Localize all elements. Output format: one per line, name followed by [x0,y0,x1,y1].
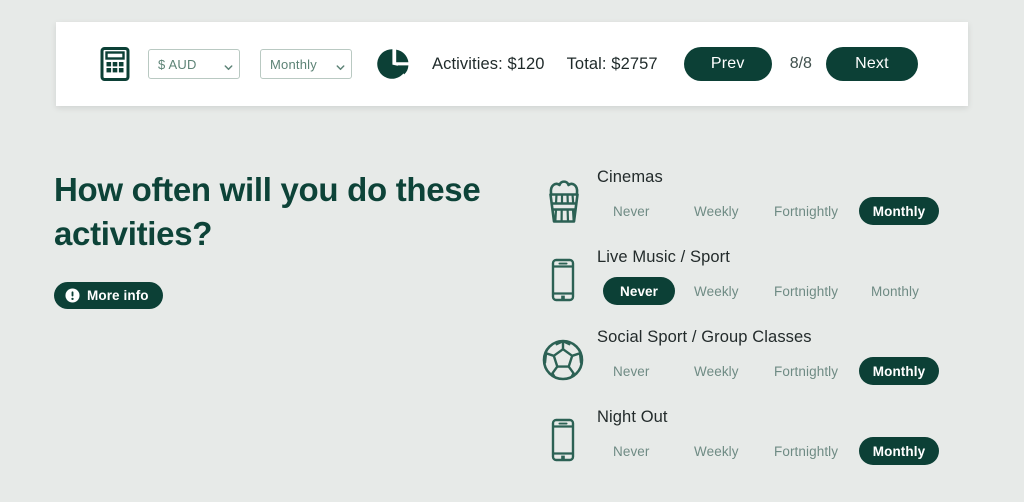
info-exclamation-icon [65,288,80,303]
frequency-option-monthly[interactable]: Monthly [859,197,939,225]
activity-row: Live Music / Sport Never Weekly Fortnigh… [536,244,968,324]
more-info-button[interactable]: More info [54,281,163,309]
soccer-ball-icon [540,335,586,385]
frequency-option-never[interactable]: Never [613,357,650,385]
frequency-option-fortnightly[interactable]: Fortnightly [774,197,838,225]
page-title: How often will you do these activities? [54,171,481,252]
calculator-icon [100,47,130,81]
pie-chart-icon [376,46,412,82]
smartphone-icon [540,415,586,465]
activity-row: Night Out Never Weekly Fortnightly Month… [536,404,968,484]
frequency-option-weekly[interactable]: Weekly [694,357,739,385]
activity-title: Night Out [597,408,668,426]
more-info-label: More info [87,287,149,303]
frequency-option-weekly[interactable]: Weekly [694,437,739,465]
frequency-option-never[interactable]: Never [613,437,650,465]
frequency-option-never[interactable]: Never [603,277,675,305]
frequency-option-weekly[interactable]: Weekly [694,277,739,305]
chevron-down-icon [224,60,233,70]
period-select[interactable]: Monthly [260,49,352,79]
grand-total-text: Total: $2757 [566,54,658,73]
activities-total-text: Activities: $120 [432,54,545,73]
prev-button[interactable]: Prev [683,47,772,81]
period-select-value: Monthly [270,56,317,72]
currency-select-value: $ AUD [158,56,197,72]
activity-title: Live Music / Sport [597,248,730,266]
toolbar-card: $ AUD Monthly Activities: $120 Total: $2… [56,22,968,106]
question-panel: How often will you do these activities? … [54,168,504,309]
chevron-down-icon [336,60,345,70]
activity-row: Social Sport / Group Classes Never Weekl… [536,324,968,404]
frequency-option-fortnightly[interactable]: Fortnightly [774,277,838,305]
activity-list: Cinemas Never Weekly Fortnightly Monthly… [536,164,968,484]
frequency-option-never[interactable]: Never [613,197,650,225]
popcorn-icon [540,175,586,225]
activity-title: Social Sport / Group Classes [597,328,812,346]
frequency-option-monthly[interactable]: Monthly [859,437,939,465]
activity-title: Cinemas [597,168,663,186]
frequency-option-monthly[interactable]: Monthly [871,277,919,305]
frequency-option-fortnightly[interactable]: Fortnightly [774,437,838,465]
activity-row: Cinemas Never Weekly Fortnightly Monthly [536,164,968,244]
next-button[interactable]: Next [825,47,918,81]
next-button-label: Next [855,55,889,72]
toolbar-inner: $ AUD Monthly Activities: $120 Total: $2… [56,46,968,82]
frequency-option-monthly[interactable]: Monthly [859,357,939,385]
currency-select[interactable]: $ AUD [148,49,240,79]
frequency-option-fortnightly[interactable]: Fortnightly [774,357,838,385]
smartphone-icon [540,255,586,305]
frequency-option-weekly[interactable]: Weekly [694,197,739,225]
prev-button-label: Prev [710,55,745,72]
page-indicator: 8/8 [789,55,812,72]
